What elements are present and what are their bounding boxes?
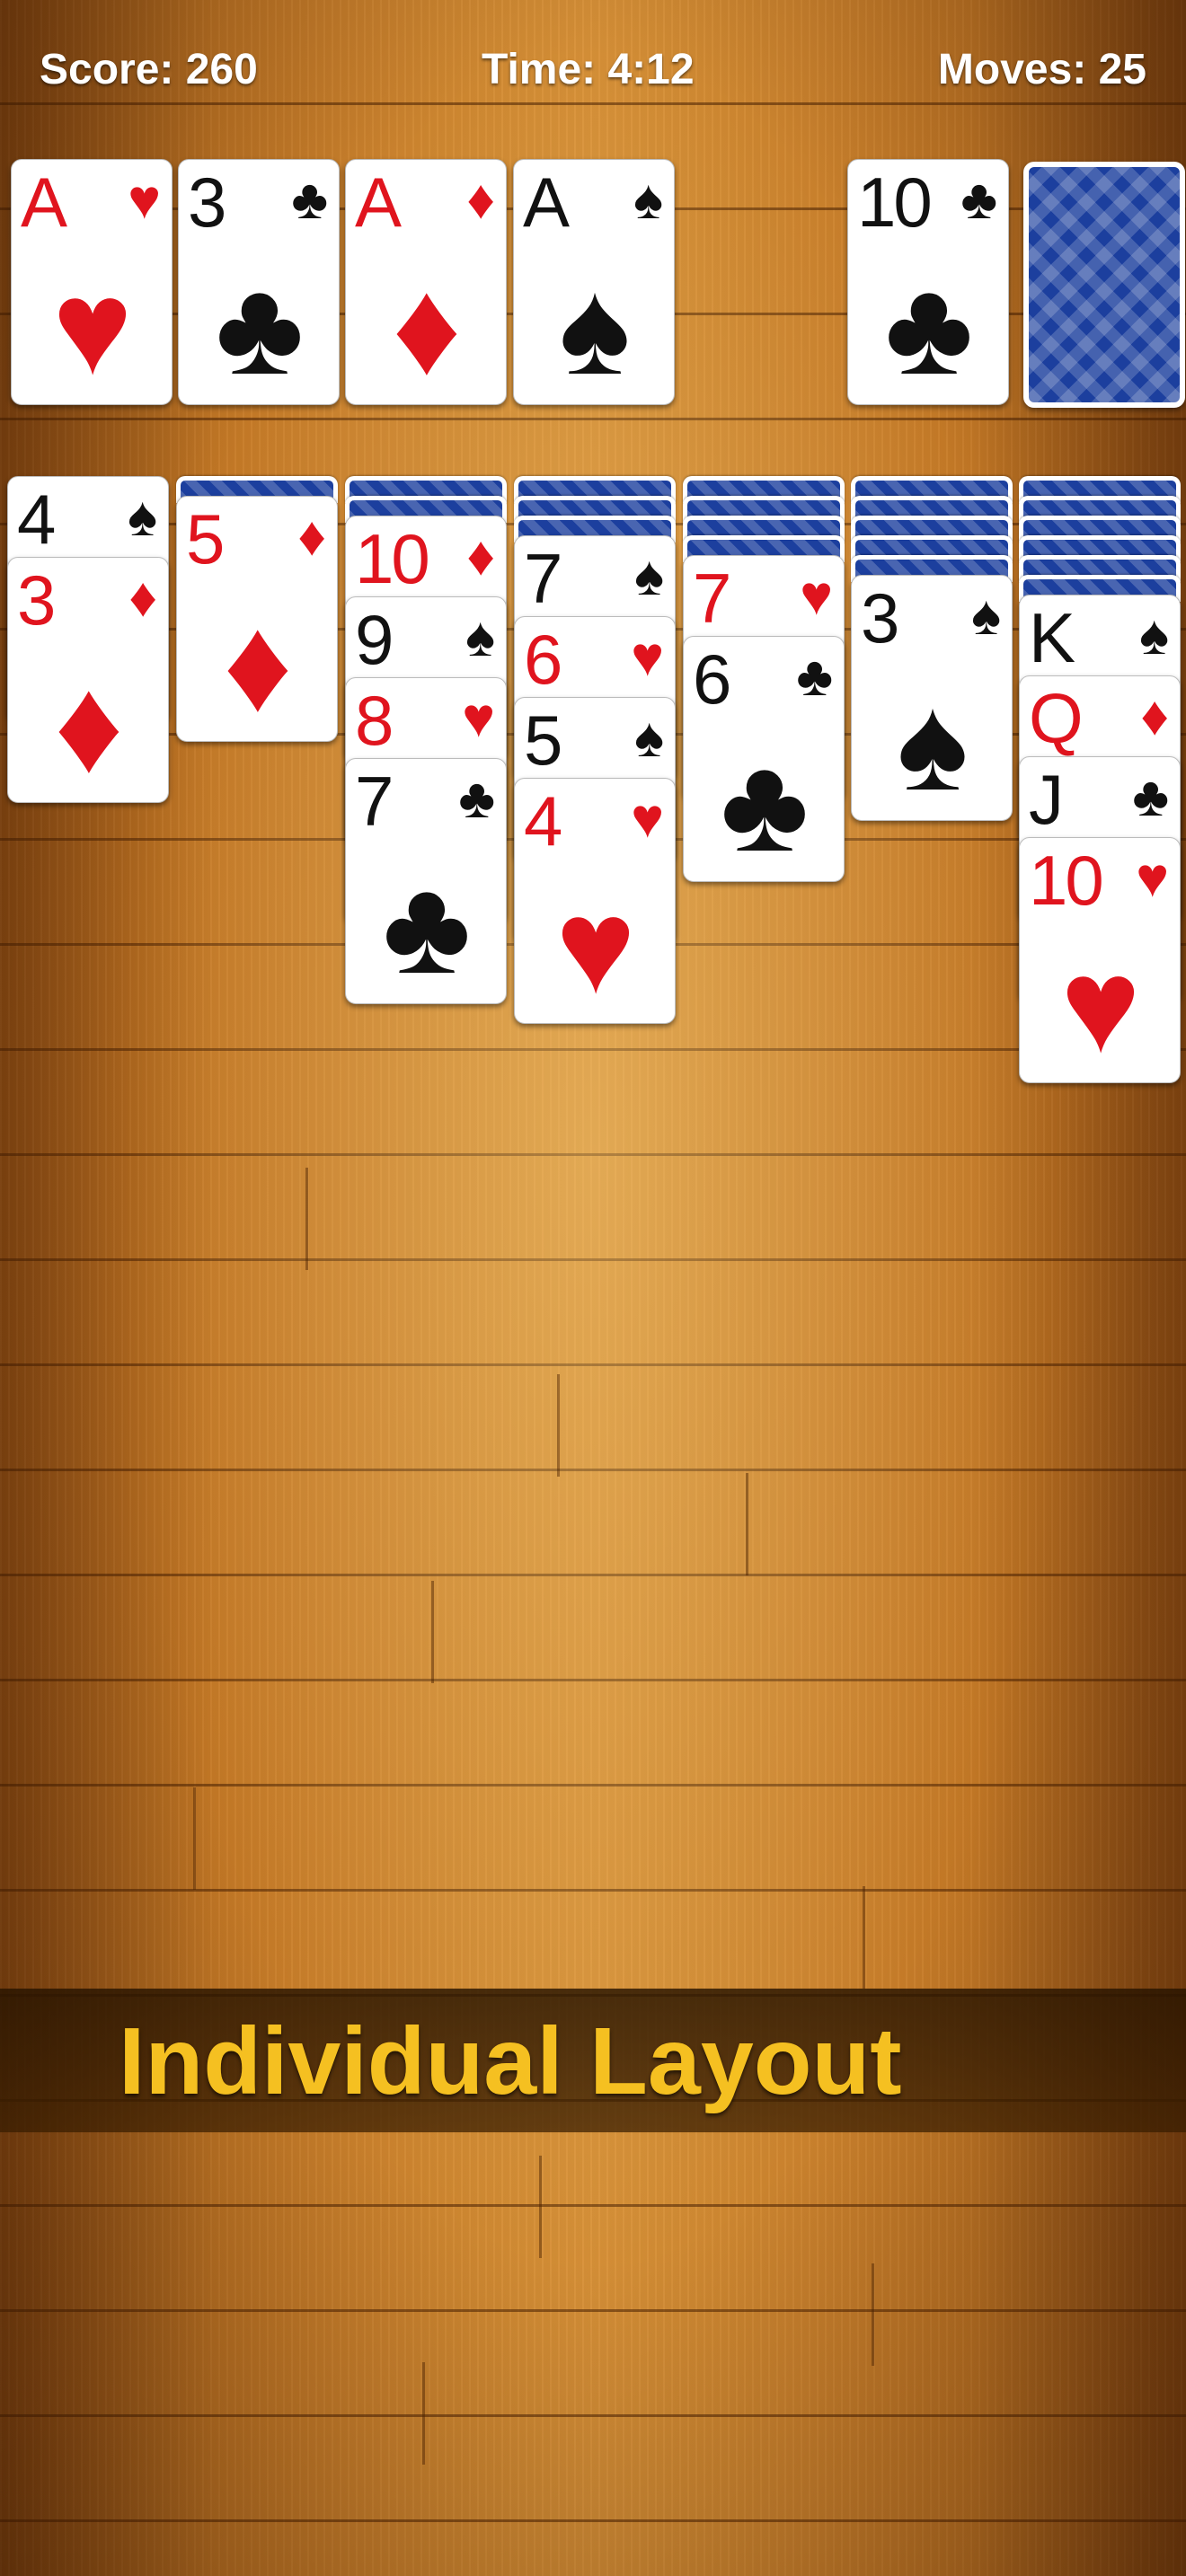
- time-label: Time: 4:12: [482, 46, 695, 93]
- plank-seam: [422, 2362, 425, 2465]
- card-suit-icon: ♣: [291, 169, 328, 231]
- plank-seam: [557, 1374, 560, 1477]
- card-center-suit-icon: ♣: [720, 728, 810, 879]
- card-suit-icon: ♥: [1136, 847, 1169, 909]
- card-center-suit-icon: ♣: [884, 251, 974, 402]
- card-suit-icon: ♥: [631, 626, 664, 688]
- card-center-suit-icon: ♠: [559, 251, 631, 402]
- playing-card[interactable]: 10 ♥ ♥: [1019, 837, 1181, 1083]
- playing-card[interactable]: A ♦ ♦: [345, 159, 507, 405]
- card-center-suit-icon: ♠: [897, 667, 969, 818]
- card-rank: 6: [524, 620, 562, 699]
- playing-card[interactable]: 3 ♦ ♦: [7, 557, 169, 803]
- card-suit-icon: ♥: [800, 565, 833, 627]
- playing-card[interactable]: 3 ♣ ♣: [178, 159, 340, 405]
- card-suit-icon: ♣: [458, 768, 495, 830]
- card-suit-icon: ♠: [128, 486, 157, 548]
- card-center-suit-icon: ♦: [223, 588, 293, 739]
- card-suit-icon: ♠: [634, 707, 664, 769]
- card-suit-icon: ♥: [631, 788, 664, 850]
- card-rank: 3: [861, 578, 899, 657]
- plank-seam: [193, 1787, 196, 1890]
- plank-seam: [863, 1886, 865, 1989]
- card-suit-icon: ♦: [1140, 685, 1169, 747]
- card-center-suit-icon: ♣: [382, 851, 472, 1001]
- playing-card[interactable]: A ♠ ♠: [513, 159, 675, 405]
- card-suit-icon: ♣: [796, 646, 833, 708]
- playing-card[interactable]: 4 ♥ ♥: [514, 778, 676, 1024]
- card-center-suit-icon: ♥: [1060, 930, 1141, 1081]
- playing-card[interactable]: A ♥ ♥: [11, 159, 173, 405]
- card-suit-icon: ♠: [971, 585, 1001, 647]
- playing-card[interactable]: 7 ♣ ♣: [345, 758, 507, 1004]
- card-rank: 4: [17, 480, 56, 559]
- card-rank: 3: [17, 560, 56, 640]
- card-rank: Q: [1029, 679, 1084, 758]
- card-rank: A: [355, 163, 402, 242]
- playing-card[interactable]: 6 ♣ ♣: [683, 636, 845, 882]
- moves-label: Moves: 25: [937, 46, 1146, 93]
- plank-seam: [431, 1581, 434, 1683]
- card-rank: K: [1029, 598, 1075, 677]
- card-rank: 3: [188, 163, 226, 242]
- card-center-suit-icon: ♥: [52, 251, 133, 402]
- card-suit-icon: ♣: [1132, 766, 1169, 828]
- plank-seam: [746, 1473, 748, 1575]
- playing-card[interactable]: 10 ♣ ♣: [847, 159, 1009, 405]
- score-label: Score: 260: [40, 46, 258, 93]
- card-rank: J: [1029, 760, 1064, 839]
- card-rank: 5: [524, 701, 562, 780]
- card-rank: 9: [355, 600, 394, 679]
- card-center-suit-icon: ♦: [392, 251, 462, 402]
- card-rank: 10: [355, 519, 430, 598]
- playing-card[interactable]: 5 ♦ ♦: [176, 496, 338, 742]
- card-rank: 7: [355, 762, 394, 841]
- card-rank: 5: [186, 499, 225, 578]
- card-suit-icon: ♥: [128, 169, 161, 231]
- card-rank: 10: [857, 163, 933, 242]
- card-rank: 4: [524, 781, 562, 860]
- card-suit-icon: ♠: [634, 545, 664, 607]
- card-rank: 8: [355, 681, 394, 760]
- plank-seam: [539, 2156, 542, 2258]
- card-rank: 7: [524, 539, 562, 618]
- card-rank: 10: [1029, 841, 1104, 920]
- card-rank: 6: [693, 640, 731, 719]
- card-center-suit-icon: ♦: [54, 649, 124, 800]
- plank-seam: [872, 2263, 874, 2366]
- card-suit-icon: ♦: [297, 506, 326, 568]
- card-suit-icon: ♥: [462, 687, 495, 749]
- playing-card[interactable]: 3 ♠ ♠: [851, 575, 1013, 821]
- card-center-suit-icon: ♣: [215, 251, 305, 402]
- card-suit-icon: ♦: [128, 567, 157, 629]
- card-rank: 7: [693, 559, 731, 638]
- banner-title: Individual Layout: [119, 2008, 902, 2114]
- card-suit-icon: ♠: [633, 169, 663, 231]
- card-rank: A: [523, 163, 570, 242]
- stock-pile[interactable]: [1023, 162, 1185, 408]
- card-suit-icon: ♣: [960, 169, 997, 231]
- plank-seam: [305, 1168, 308, 1270]
- card-suit-icon: ♦: [466, 525, 495, 587]
- card-suit-icon: ♠: [1139, 604, 1169, 666]
- card-suit-icon: ♦: [466, 169, 495, 231]
- card-suit-icon: ♠: [465, 606, 495, 668]
- card-center-suit-icon: ♥: [555, 870, 636, 1021]
- card-rank: A: [21, 163, 67, 242]
